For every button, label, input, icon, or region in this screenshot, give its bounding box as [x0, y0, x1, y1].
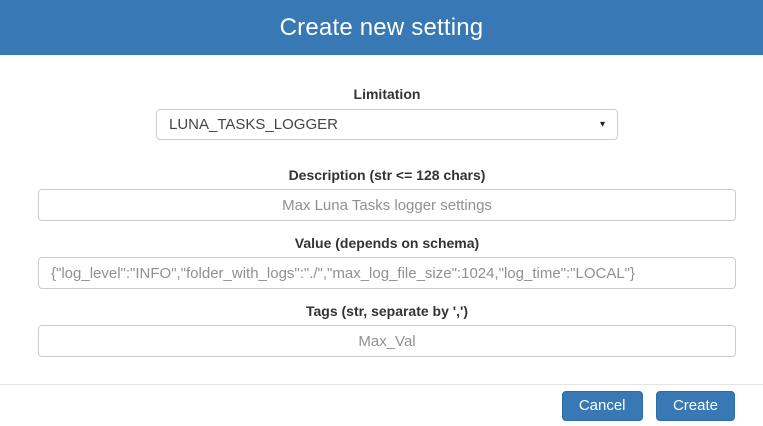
limitation-select[interactable]: LUNA_TASKS_LOGGER ▾	[156, 109, 618, 140]
create-setting-modal: Create new setting Limitation LUNA_TASKS…	[0, 0, 763, 426]
tags-input[interactable]	[38, 325, 736, 357]
chevron-down-icon: ▾	[600, 120, 605, 130]
value-label: Value (depends on schema)	[38, 236, 736, 250]
modal-title: Create new setting	[280, 14, 484, 42]
modal-body: Limitation LUNA_TASKS_LOGGER ▾ Descripti…	[0, 55, 763, 384]
tags-group: Tags (str, separate by ',')	[38, 304, 736, 372]
description-group: Description (str <= 128 chars)	[38, 168, 736, 236]
modal-footer: Cancel Create	[0, 384, 763, 426]
value-input[interactable]	[38, 257, 736, 289]
tags-label: Tags (str, separate by ',')	[38, 304, 736, 318]
create-button[interactable]: Create	[656, 391, 735, 421]
limitation-selected-value: LUNA_TASKS_LOGGER	[169, 116, 600, 133]
limitation-label: Limitation	[38, 87, 736, 101]
value-group: Value (depends on schema)	[38, 236, 736, 304]
limitation-group: Limitation LUNA_TASKS_LOGGER ▾	[38, 87, 736, 140]
modal-header: Create new setting	[0, 0, 763, 55]
cancel-button[interactable]: Cancel	[562, 391, 643, 421]
description-label: Description (str <= 128 chars)	[38, 168, 736, 182]
description-input[interactable]	[38, 189, 736, 221]
